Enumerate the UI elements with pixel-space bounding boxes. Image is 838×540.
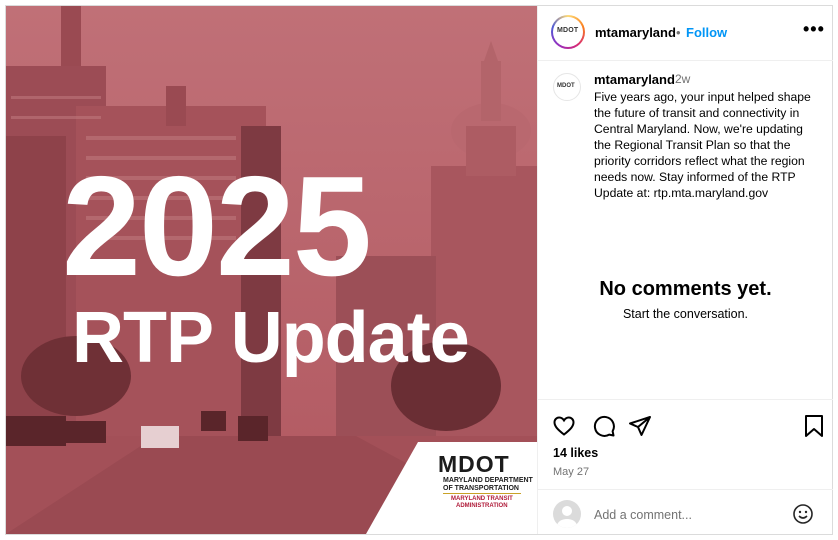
caption-avatar-text: MDOT [557,83,575,89]
like-count[interactable]: 14 likes [553,446,598,460]
bookmark-icon[interactable] [803,414,825,443]
headline-text: RTP Update [72,298,470,378]
heart-icon[interactable] [552,414,576,443]
mdot-logo: MDOT [438,451,510,477]
post-header: MDOT mtamaryland • Follow ••• [538,6,833,61]
more-options-icon[interactable]: ••• [803,19,825,40]
share-icon[interactable] [628,414,652,443]
logo-line-3: MARYLAND TRANSIT [451,496,513,502]
comment-input[interactable]: Add a comment... [594,508,784,522]
caption-time[interactable]: 2w [675,72,690,86]
header-separator: • [676,25,681,40]
emoji-icon[interactable] [792,503,814,530]
logo-line-4: ADMINISTRATION [456,503,508,509]
follow-button[interactable]: Follow [686,25,727,40]
post-modal: 2025 RTP Update MDOT MARYLAND DEPARTMENT… [5,5,833,535]
user-avatar[interactable] [553,500,581,528]
avatar-logo-text: MDOT [557,27,579,34]
profile-avatar[interactable]: MDOT [551,15,585,49]
caption-username[interactable]: mtamaryland [594,72,675,87]
post-date[interactable]: May 27 [553,466,589,478]
no-comments-subtitle: Start the conversation. [622,307,749,321]
post-image[interactable]: 2025 RTP Update MDOT MARYLAND DEPARTMENT… [6,6,537,534]
logo-line-1: MARYLAND DEPARTMENT [443,477,533,484]
headline-year: 2025 [62,147,372,306]
post-sidebar: MDOT mtamaryland • Follow ••• MDOT mtama… [537,6,833,534]
logo-divider [443,493,521,494]
no-comments-title: No comments yet. [599,278,772,300]
action-bar: 14 likes May 27 Add a comment... [538,399,833,535]
comment-icon[interactable] [592,414,616,443]
comment-composer: Add a comment... [538,489,833,536]
caption-text: Five years ago, your input helped shape … [594,90,811,200]
logo-line-2: OF TRANSPORTATION [443,485,519,492]
header-username[interactable]: mtamaryland [595,25,676,40]
caption-avatar[interactable]: MDOT [553,73,581,101]
